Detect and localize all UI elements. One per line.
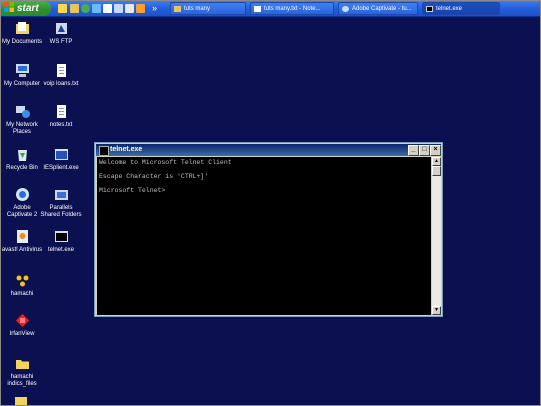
taskbar-button-telnet[interactable]: telnet.exe [422, 2, 500, 15]
desktop-icon-ws-ftp[interactable]: WS FTP [40, 21, 82, 46]
app-icon[interactable] [125, 4, 134, 13]
taskbar-button-label: telnet.exe [436, 6, 463, 12]
folder-icon [15, 360, 29, 369]
captivate-icon [342, 6, 349, 12]
window-title: telnet.exe [110, 146, 143, 153]
desktop-icon-iesplient[interactable]: IESplient.exe [40, 147, 82, 172]
taskbar-button-captivate[interactable]: Adobe Captivate - tu... [338, 2, 418, 15]
chat-icon[interactable] [92, 4, 101, 13]
taskbar-button-notepad[interactable]: tuts many.txt - Note... [250, 2, 334, 15]
taskbar-button-label: Adobe Captivate - tu... [352, 6, 412, 12]
desktop-icon-recycle-bin[interactable]: Recycle Bin [1, 147, 43, 172]
captivate-icon [15, 188, 29, 201]
taskbar-button-label: tuts many.txt - Note... [264, 6, 321, 12]
screen: start » tuts many tuts many.txt - Note..… [0, 0, 541, 406]
desktop-icon-telnet[interactable]: telnet.exe [40, 229, 82, 254]
recycle-bin-icon [17, 150, 27, 161]
text-file-icon [56, 64, 66, 77]
desktop-icon-notes[interactable]: notes.txt [40, 104, 82, 129]
my-documents-icon [15, 22, 29, 34]
app-icon[interactable] [103, 4, 112, 13]
start-label: start [17, 3, 39, 14]
media-icon[interactable] [81, 4, 90, 13]
exe-icon [54, 231, 68, 242]
notepad-icon [254, 6, 261, 12]
scroll-down-button[interactable]: ▼ [432, 306, 441, 315]
parallels-icon [54, 190, 68, 200]
desktop-icon-my-documents[interactable]: My Documents [1, 21, 43, 46]
irfanview-icon [15, 314, 29, 327]
console-output[interactable]: Welcome to Microsoft Telnet Client Escap… [97, 157, 431, 315]
desktop-icon-network-places[interactable]: My Network Places [1, 104, 43, 136]
desktop-icon-hamachi[interactable]: hamachi [1, 273, 43, 298]
scroll-up-button[interactable]: ▲ [432, 157, 441, 166]
desktop-icon-captivate[interactable]: Adobe Captivate 2 [1, 187, 43, 219]
taskbar-button-tuts-many[interactable]: tuts many [170, 2, 246, 15]
folder-icon[interactable] [70, 4, 79, 13]
exe-icon [54, 149, 68, 160]
console-icon [99, 146, 109, 156]
folder-icon[interactable] [15, 397, 27, 405]
more-chevron-icon[interactable]: » [152, 1, 157, 16]
folder-icon [174, 6, 181, 12]
console-line: Welcome to Microsoft Telnet Client [99, 159, 232, 166]
console-line: Escape Character is 'CTRL+]' [99, 173, 209, 180]
desktop-icon-irfanview[interactable]: IrfanView [1, 313, 43, 338]
minimize-button[interactable]: _ [408, 145, 419, 156]
console-icon [426, 6, 433, 12]
text-file-icon [56, 105, 66, 118]
my-computer-icon [15, 64, 29, 77]
desktop-icon-parallels[interactable]: Parallels Shared Folders [40, 187, 82, 219]
app-icon[interactable] [136, 4, 145, 13]
desktop-icon-avast[interactable]: avast! Antivirus [1, 229, 43, 254]
hamachi-icon [16, 275, 28, 287]
console-prompt: Microsoft Telnet> [99, 187, 166, 194]
telnet-window[interactable]: telnet.exe _ □ × Welcome to Microsoft Te… [94, 142, 443, 317]
start-button[interactable]: start [1, 1, 51, 16]
ws-ftp-icon [55, 23, 67, 34]
desktop-icon-hamachi-folder[interactable]: hamachi indics_files [1, 356, 43, 388]
taskbar-button-label: tuts many [184, 6, 211, 12]
maximize-button[interactable]: □ [419, 145, 430, 156]
vertical-scrollbar[interactable]: ▲ ▼ [432, 157, 441, 315]
desktop-icon-my-computer[interactable]: My Computer [1, 63, 43, 88]
scroll-thumb[interactable] [432, 166, 441, 176]
windows-flag-icon [4, 2, 14, 12]
window-titlebar[interactable]: telnet.exe _ □ × [96, 144, 441, 156]
app-icon[interactable] [114, 4, 123, 13]
close-button[interactable]: × [430, 145, 441, 156]
network-places-icon [15, 106, 30, 118]
desktop-icon-voip-loans[interactable]: voip loans.txt [40, 63, 82, 88]
avast-icon [16, 230, 28, 243]
taskbar: start » tuts many tuts many.txt - Note..… [1, 1, 540, 17]
ie-icon[interactable] [58, 4, 67, 13]
